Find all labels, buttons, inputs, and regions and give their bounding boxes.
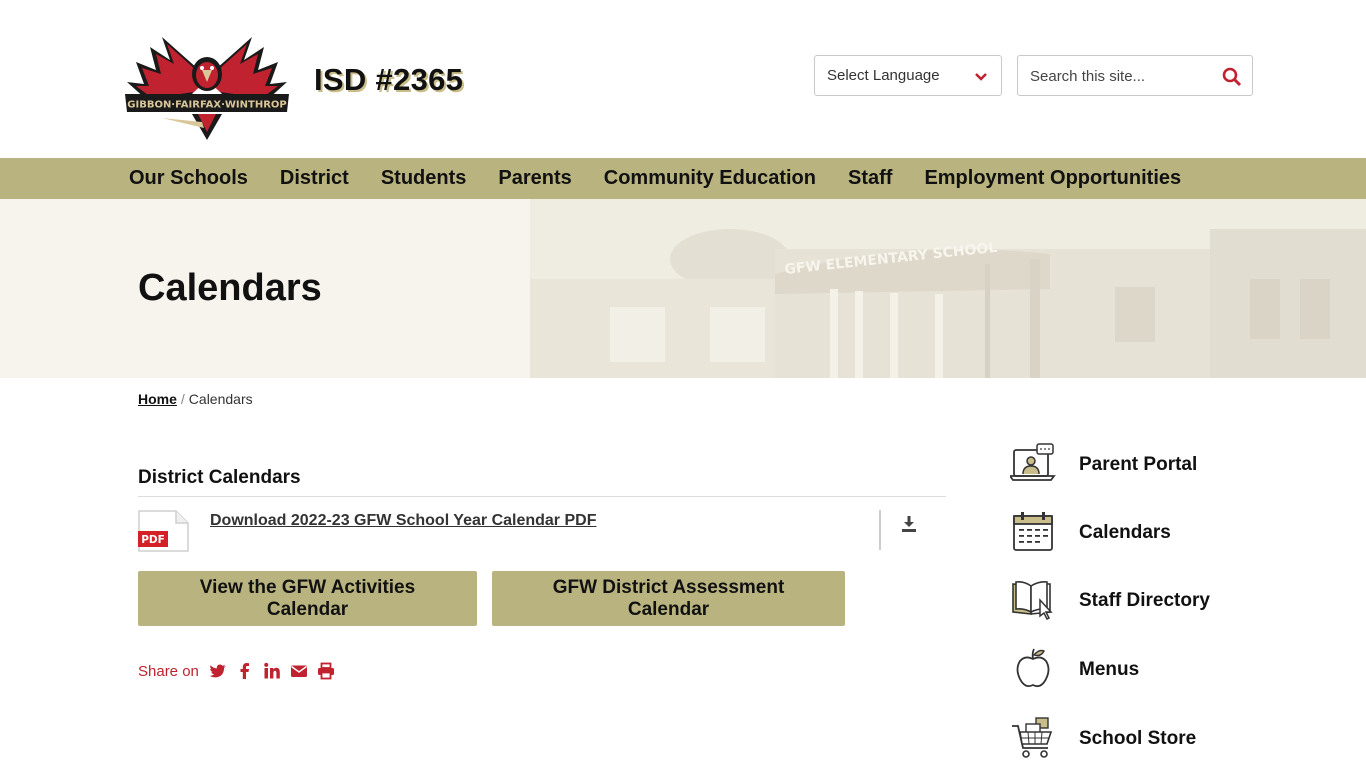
nav-community-education[interactable]: Community Education xyxy=(604,167,816,190)
language-select-label: Select Language xyxy=(827,67,940,84)
parent-portal-icon xyxy=(1010,443,1056,481)
breadcrumb-current: Calendars xyxy=(188,391,253,407)
quick-link-label: Staff Directory xyxy=(1079,590,1210,611)
nav-our-schools[interactable]: Our Schools xyxy=(129,167,248,190)
main-nav: Our Schools District Students Parents Co… xyxy=(0,158,1366,199)
pdf-badge: PDF xyxy=(141,534,165,546)
quick-link-label: School Store xyxy=(1079,728,1197,749)
download-calendar-pdf-link[interactable]: Download 2022-23 GFW School Year Calenda… xyxy=(210,512,596,530)
school-building-image: GFW ELEMENTARY SCHOOL xyxy=(530,199,1366,378)
quick-link-label: Parent Portal xyxy=(1079,454,1198,475)
quick-link-menus[interactable]: Menus xyxy=(1010,647,1310,697)
book-icon xyxy=(1012,581,1053,621)
search-icon[interactable] xyxy=(1222,67,1242,87)
share-label: Share on xyxy=(138,662,199,680)
linkedin-icon[interactable] xyxy=(263,662,281,680)
quick-link-label: Calendars xyxy=(1079,522,1171,543)
activities-calendar-button[interactable]: View the GFW Activities Calendar xyxy=(138,571,477,626)
nav-students[interactable]: Students xyxy=(381,167,467,190)
shopping-cart-icon xyxy=(1012,717,1053,758)
site-header: GIBBON·FAIRFAX·WINTHROP ISD #2365 Select… xyxy=(0,0,1366,158)
pdf-file-icon: PDF xyxy=(138,510,189,552)
language-select[interactable]: Select Language xyxy=(814,55,1002,96)
nav-employment-opportunities[interactable]: Employment Opportunities xyxy=(924,167,1181,190)
calendar-icon xyxy=(1013,512,1053,551)
quick-link-calendars[interactable]: Calendars xyxy=(1010,510,1310,560)
site-title[interactable]: ISD #2365 xyxy=(314,62,463,98)
chevron-down-icon xyxy=(975,73,987,81)
email-icon[interactable] xyxy=(290,662,308,680)
page-banner: GFW ELEMENTARY SCHOOL Calendars xyxy=(0,199,1366,378)
quick-link-label: Menus xyxy=(1079,659,1140,680)
search-box xyxy=(1017,55,1253,96)
quick-link-parent-portal[interactable]: Parent Portal xyxy=(1010,442,1310,492)
breadcrumb-home-link[interactable]: Home xyxy=(138,391,177,407)
assessment-calendar-button[interactable]: GFW District Assessment Calendar xyxy=(492,571,845,626)
nav-parents[interactable]: Parents xyxy=(498,167,571,190)
apple-icon xyxy=(1016,648,1050,688)
search-input[interactable] xyxy=(1030,66,1210,86)
breadcrumb: Home / Calendars xyxy=(138,391,253,407)
nav-district[interactable]: District xyxy=(280,167,349,190)
quick-link-staff-directory[interactable]: Staff Directory xyxy=(1010,578,1310,628)
download-icon[interactable] xyxy=(900,514,918,534)
logo-text: GIBBON·FAIRFAX·WINTHROP xyxy=(127,100,286,111)
section-title: District Calendars xyxy=(138,467,301,488)
facebook-icon[interactable] xyxy=(236,662,254,680)
section-divider xyxy=(138,496,946,497)
twitter-icon[interactable] xyxy=(209,662,227,680)
print-icon[interactable] xyxy=(317,662,335,680)
nav-staff[interactable]: Staff xyxy=(848,167,892,190)
file-row-divider xyxy=(879,510,881,550)
breadcrumb-separator: / xyxy=(180,391,185,407)
page-title: Calendars xyxy=(138,267,322,309)
quick-link-school-store[interactable]: School Store xyxy=(1010,716,1310,766)
share-bar: Share on xyxy=(138,662,344,680)
school-logo[interactable]: GIBBON·FAIRFAX·WINTHROP xyxy=(122,22,292,142)
file-download-row: PDF Download 2022-23 GFW School Year Cal… xyxy=(138,510,946,552)
